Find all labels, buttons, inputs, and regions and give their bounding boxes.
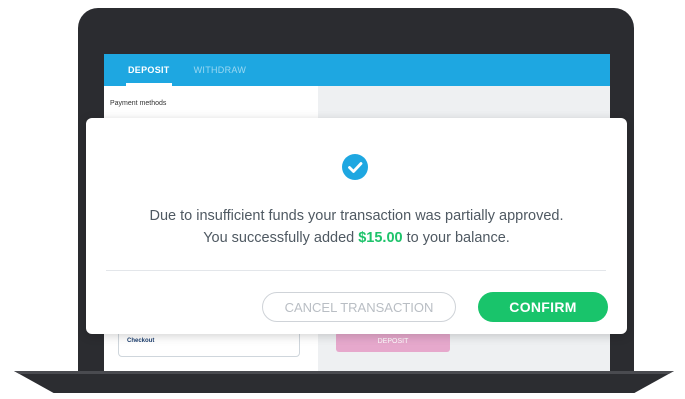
tab-bar: DEPOSIT WITHDRAW	[104, 54, 610, 86]
checkout-label: Checkout	[127, 338, 155, 344]
message-line-1: Due to insufficient funds your transacti…	[149, 208, 564, 224]
message-suffix: to your balance.	[402, 230, 510, 246]
tab-deposit[interactable]: DEPOSIT	[116, 54, 182, 86]
cancel-transaction-button[interactable]: CANCEL TRANSACTION	[262, 292, 456, 322]
laptop-base	[14, 371, 674, 393]
check-circle-icon	[342, 154, 368, 180]
added-amount: $15.00	[358, 230, 403, 246]
payment-methods-label: Payment methods	[110, 100, 167, 107]
background-deposit-button[interactable]: DEPOSIT	[336, 332, 450, 352]
modal-message: Due to insufficient funds your transacti…	[86, 205, 627, 249]
tab-withdraw[interactable]: WITHDRAW	[182, 54, 259, 86]
modal-divider	[106, 270, 606, 271]
confirm-button[interactable]: CONFIRM	[478, 292, 608, 322]
message-line-2: You successfully added $15.00 to your ba…	[86, 227, 627, 249]
laptop-base-edge	[14, 371, 674, 374]
confirmation-modal: Due to insufficient funds your transacti…	[86, 118, 627, 334]
message-prefix: You successfully added	[203, 230, 359, 246]
